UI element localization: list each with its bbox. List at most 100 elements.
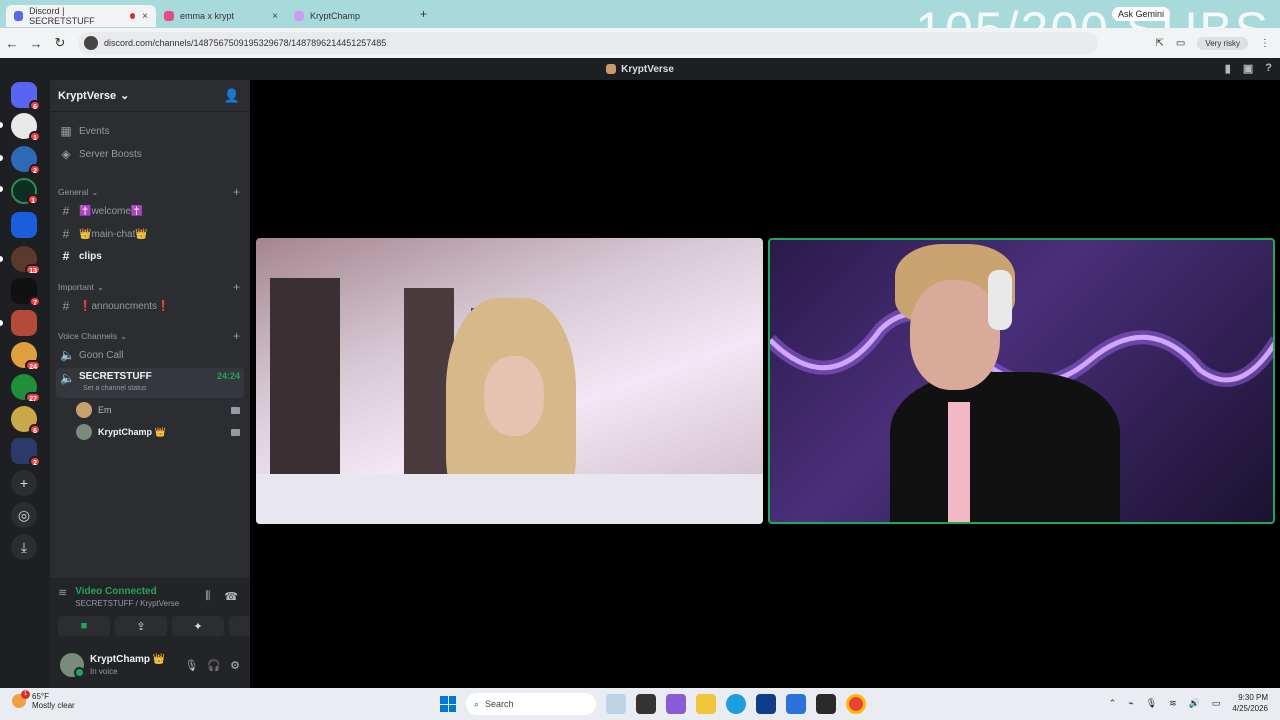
new-tab-button[interactable]: +	[420, 7, 427, 21]
app-icon[interactable]	[816, 694, 836, 714]
direct-messages-icon[interactable]: 6	[11, 82, 41, 111]
store-icon[interactable]	[756, 694, 776, 714]
server-icon[interactable]: 7	[11, 278, 41, 307]
volume-icon[interactable]: 🔊	[1189, 698, 1200, 709]
camera-icon	[231, 428, 240, 436]
server-icon[interactable]	[11, 310, 37, 336]
channel-announcements[interactable]: # ❗announcments❗	[56, 296, 244, 316]
voice-channel-secretstuff[interactable]: 🔈 SECRETSTUFF 24:24 Set a channel status	[56, 368, 244, 398]
back-arrow-icon[interactable]: ←	[0, 36, 24, 51]
weather-widget[interactable]: 1 65°F Mostly clear	[12, 690, 75, 710]
channel-label: clips	[79, 250, 102, 262]
camera-toggle-button[interactable]: ■	[58, 616, 110, 636]
menu-kebab-icon[interactable]: ⋮	[1260, 38, 1270, 49]
server-rail: 6 1 2 1 13 7 24 27 6 2 + ◎ ⤓	[0, 80, 50, 688]
avatar[interactable]	[60, 653, 85, 678]
create-channel-icon[interactable]: +	[233, 280, 240, 294]
profile-button[interactable]: Very risky	[1197, 36, 1248, 50]
video-tile-kryptchamp[interactable]	[768, 238, 1275, 524]
site-info-icon[interactable]	[84, 36, 98, 50]
noise-suppression-icon[interactable]: ⫼	[205, 590, 210, 603]
ask-gemini-button[interactable]: Ask Gemini	[1111, 7, 1170, 21]
url-input[interactable]: discord.com/channels/1487567509195329678…	[78, 32, 1098, 54]
start-button-icon[interactable]	[440, 696, 456, 712]
file-explorer-icon[interactable]	[696, 694, 716, 714]
server-icon[interactable]: 6	[11, 406, 41, 435]
server-icon[interactable]: 1	[11, 178, 39, 205]
headphones-icon[interactable]: 🎧	[207, 659, 221, 672]
browser-tab-emma[interactable]: emma x krypt ×	[156, 5, 286, 27]
create-channel-icon[interactable]: +	[233, 329, 240, 343]
server-icon[interactable]: 2	[11, 146, 41, 175]
weather-badge: 1	[21, 690, 30, 699]
address-bar-row: ← → ↻ discord.com/channels/1487567509195…	[0, 28, 1280, 58]
share-icon[interactable]: ⇱	[1155, 38, 1163, 49]
tab-close-icon[interactable]: ×	[142, 11, 148, 22]
server-boosts-item[interactable]: ◈ Server Boosts	[56, 144, 244, 164]
browser-tab-kryptchamp[interactable]: KryptChamp	[286, 5, 416, 27]
wifi-icon[interactable]: ≋	[1169, 698, 1177, 709]
video-tile-em[interactable]	[256, 238, 763, 524]
hash-icon: #	[62, 299, 70, 313]
invite-people-icon[interactable]: 👤	[224, 88, 240, 104]
recording-icon	[128, 12, 137, 20]
chevron-up-icon[interactable]: ⌃	[1109, 698, 1117, 709]
browser-tab-discord[interactable]: Discord | SECRETSTUFF ×	[6, 5, 156, 27]
avatar	[76, 402, 92, 418]
chrome-icon[interactable]	[846, 694, 866, 714]
events-item[interactable]: ▦ Events	[56, 121, 244, 141]
tab-close-icon[interactable]: ×	[272, 11, 278, 22]
outlook-icon[interactable]	[786, 694, 806, 714]
network-icon[interactable]: ⌁	[1128, 698, 1133, 709]
task-view-icon[interactable]	[636, 694, 656, 714]
chevron-down-icon: ⌄	[91, 186, 99, 197]
create-channel-icon[interactable]: +	[233, 185, 240, 199]
forward-arrow-icon[interactable]: →	[24, 36, 48, 51]
bookmark-icon[interactable]: ▮	[1225, 62, 1231, 75]
server-header[interactable]: KryptVerse ⌄ 👤	[50, 80, 250, 112]
disconnect-icon[interactable]: ☎	[224, 590, 238, 603]
kick-server-icon[interactable]	[11, 212, 37, 238]
discover-icon[interactable]: ◎	[11, 502, 37, 528]
channel-status-input[interactable]: Set a channel status	[83, 385, 146, 392]
channel-label: 👑main-chat👑	[79, 228, 148, 240]
server-icon[interactable]: 13	[11, 246, 41, 275]
taskbar-search-input[interactable]: ⌕ Search	[466, 693, 596, 715]
download-icon[interactable]: ⤓	[11, 534, 37, 560]
microphone-icon[interactable]: 🎙	[184, 659, 198, 672]
screen-share-button[interactable]: ⇪	[115, 616, 167, 636]
activities-button[interactable]: ✦	[172, 616, 224, 636]
voice-channel-path[interactable]: SECRETSTUFF / KryptVerse	[75, 599, 179, 608]
channel-main-chat[interactable]: # 👑main-chat👑	[56, 224, 244, 244]
voice-channel-goon-call[interactable]: 🔈 Goon Call	[56, 345, 244, 365]
category-general[interactable]: General ⌄ +	[58, 185, 240, 199]
server-icon[interactable]: 24	[11, 342, 41, 371]
settings-gear-icon[interactable]: ⚙	[230, 659, 240, 672]
signal-icon[interactable]: ≋	[58, 586, 67, 608]
add-server-icon[interactable]: +	[11, 470, 37, 496]
voice-member-em[interactable]: Em	[76, 400, 240, 420]
inbox-icon[interactable]: ▣	[1243, 62, 1253, 75]
server-icon[interactable]: 27	[11, 374, 41, 403]
copilot-icon[interactable]	[666, 694, 686, 714]
widget-plane-icon[interactable]	[606, 694, 626, 714]
server-icon[interactable]: 1	[11, 113, 41, 142]
hash-icon: #	[62, 249, 70, 263]
help-icon[interactable]: ?	[1265, 62, 1272, 75]
sidebar-icon[interactable]: ▭	[1176, 38, 1185, 49]
mic-tray-icon[interactable]: 🎙	[1146, 698, 1157, 709]
reload-icon[interactable]: ↻	[48, 35, 72, 51]
weather-icon: 1	[12, 690, 30, 708]
channel-welcome[interactable]: # ✝️welcome✝️	[56, 201, 244, 221]
server-name: KryptVerse	[58, 89, 117, 102]
server-icon[interactable]: 2	[11, 438, 41, 467]
battery-icon[interactable]: ▭	[1212, 698, 1221, 709]
edge-icon[interactable]	[726, 694, 746, 714]
category-voice-channels[interactable]: Voice Channels ⌄ +	[58, 329, 240, 343]
channel-clips[interactable]: # clips	[56, 246, 244, 266]
voice-member-kryptchamp[interactable]: KryptChamp 👑	[76, 422, 240, 442]
channel-label: ❗announcments❗	[79, 300, 170, 312]
category-important[interactable]: Important ⌄ +	[58, 280, 240, 294]
headset-icon	[988, 270, 1012, 330]
system-clock[interactable]: 9:30 PM 4/25/2026	[1232, 692, 1268, 714]
